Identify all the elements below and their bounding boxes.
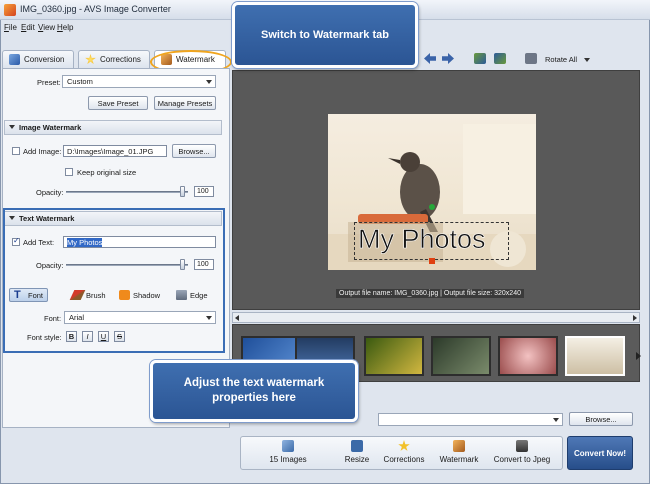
thumbnail[interactable] [431,336,491,376]
convert-now-button[interactable]: Convert Now! [567,436,633,470]
chevron-down-icon [553,418,559,422]
thumbnail-selected[interactable] [565,336,625,376]
resize-icon [351,440,363,452]
output-browse-button[interactable]: Browse... [569,412,633,426]
thumbnail[interactable] [498,336,558,376]
browse-image-button[interactable]: Browse... [172,144,216,158]
add-image-checkbox[interactable] [12,147,20,155]
resize-handle-icon[interactable] [429,258,435,264]
chevron-down-icon [206,80,212,84]
output-folder-select[interactable] [378,413,563,426]
step-resize-label: Resize [344,455,370,464]
scroll-right-icon[interactable] [633,315,637,321]
thumbnail[interactable] [364,336,424,376]
image-opacity-slider[interactable] [66,191,188,193]
scroll-left-icon[interactable] [235,315,239,321]
filmstrip-next-icon[interactable] [636,352,641,360]
image-opacity-label: Opacity: [36,188,64,197]
menu-edit[interactable]: Edit [21,23,35,32]
image-path-input[interactable]: D:\Images\Image_01.JPG [63,145,167,157]
step-images[interactable]: 15 Images [258,440,318,464]
image-opacity-value[interactable]: 100 [194,186,214,197]
rotate-all-icon [525,53,537,64]
star-icon [398,440,410,451]
output-info: Output file name: IMG_0360.jpg | Output … [336,289,524,298]
preview-scrollbar[interactable] [232,312,640,323]
step-watermark-label: Watermark [439,455,479,464]
tab-corrections-label: Corrections [100,55,141,64]
add-image-label: Add Image: [23,147,62,156]
star-icon [85,54,96,65]
app-icon [4,4,16,16]
preset-label: Preset: [37,78,61,87]
window-title: IMG_0360.jpg - AVS Image Converter [20,4,171,14]
callout-text-watermark: Adjust the text watermark properties her… [150,360,358,422]
manage-presets-button[interactable]: Manage Presets [154,96,216,110]
chevron-down-icon[interactable] [584,58,590,62]
step-images-label: 15 Images [269,455,307,464]
preset-select[interactable]: Custom [62,75,216,88]
callout-watermark-tab: Switch to Watermark tab [232,2,418,68]
step-resize[interactable]: Resize [338,440,376,464]
image-opacity-thumb[interactable] [180,186,185,197]
tab-conversion-label: Conversion [24,55,65,64]
preset-value: Custom [67,77,93,86]
rotate-handle-icon[interactable] [429,204,435,210]
keep-size-label: Keep original size [77,168,137,177]
text-watermark-highlight [3,208,225,353]
menu-view[interactable]: View [38,23,55,32]
camera-icon [516,440,528,452]
step-corrections-label: Corrections [383,455,425,464]
tab-corrections[interactable]: Corrections [78,50,150,68]
keep-size-checkbox[interactable] [65,168,73,176]
save-preset-button[interactable]: Save Preset [88,96,148,110]
rotate-left-icon[interactable] [474,53,486,64]
step-convert-format-label: Convert to Jpeg [493,455,551,464]
watermark-text-preview: My Photos [358,224,486,255]
collapse-icon [9,125,15,129]
tab-conversion[interactable]: Conversion [2,50,74,68]
rotate-all-label[interactable]: Rotate All [545,55,577,64]
watermark-icon [453,440,465,452]
conversion-icon [9,54,20,65]
image-watermark-title: Image Watermark [19,123,82,132]
menu-file[interactable]: File [4,23,17,32]
rotate-right-icon[interactable] [494,53,506,64]
images-icon [282,440,294,452]
step-convert-format[interactable]: Convert to Jpeg [488,440,556,464]
step-corrections[interactable]: Corrections [380,440,428,464]
menu-help[interactable]: Help [57,23,73,32]
image-watermark-header[interactable]: Image Watermark [4,120,222,135]
step-watermark[interactable]: Watermark [434,440,484,464]
